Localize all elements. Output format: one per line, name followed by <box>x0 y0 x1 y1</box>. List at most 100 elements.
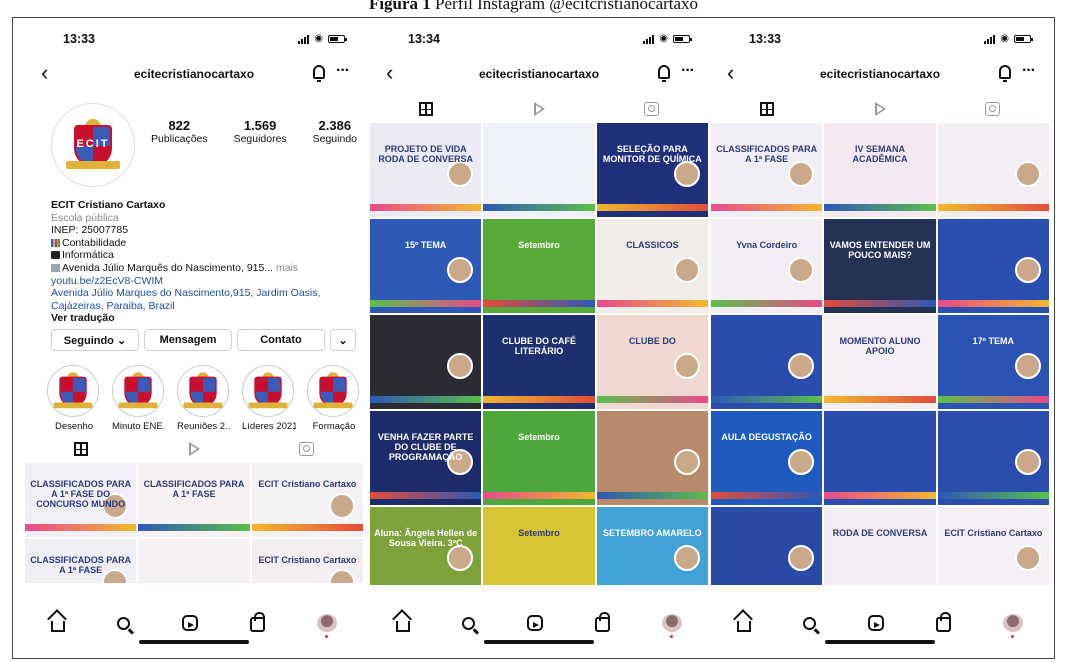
post-tile[interactable]: VENHA FAZER PARTE DO CLUBE DE PROGRAMAÇÃ… <box>370 411 482 505</box>
search-icon[interactable] <box>803 616 816 630</box>
post-tile[interactable]: MOMENTO ALUNO APOIO <box>824 315 936 409</box>
post-tile[interactable]: CLASSIFICADOS PARA A 1ª FASE DO CONCURSO… <box>25 463 137 537</box>
profile-tabs <box>711 98 1049 120</box>
stat-following[interactable]: 2.386 Seguindo <box>313 118 357 146</box>
post-tile[interactable] <box>483 123 595 217</box>
shop-icon[interactable] <box>250 612 265 632</box>
post-tile[interactable] <box>370 315 482 409</box>
post-tile[interactable] <box>711 507 823 585</box>
post-tile[interactable]: 15º TEMA <box>370 219 482 313</box>
tab-reels[interactable] <box>138 438 251 460</box>
home-indicator <box>139 640 249 644</box>
story-highlights: Desenho Minuto ENE... Reuniões 2... Líde… <box>47 365 363 432</box>
post-tile[interactable]: RODA DE CONVERSA <box>824 507 936 585</box>
bell-icon[interactable] <box>658 65 670 82</box>
tab-reels[interactable] <box>824 98 937 120</box>
battery-icon <box>1014 35 1033 43</box>
post-tile[interactable]: CLUBE DO CAFÉ LITERÁRIO <box>483 315 595 409</box>
post-tile[interactable]: Aluna: Ângela Hellen de Sousa Vieira. 3º… <box>370 507 482 585</box>
post-tile[interactable]: Yvna Cordeiro <box>711 219 823 313</box>
post-tile[interactable] <box>937 123 1049 217</box>
contact-button[interactable]: Contato <box>237 329 325 351</box>
tab-tagged[interactable] <box>936 98 1049 120</box>
search-icon[interactable] <box>462 616 475 630</box>
post-text: CLUBE DO CAFÉ LITERÁRIO <box>501 335 576 356</box>
post-accent-band <box>824 396 936 403</box>
post-tile[interactable]: Setembro <box>483 219 595 313</box>
suggested-chevron-button[interactable]: ⌄ <box>330 329 356 351</box>
highlight-item[interactable]: Formação <box>307 365 361 432</box>
post-tile[interactable]: CLUBE DO <box>596 315 708 409</box>
post-accent-band <box>824 204 936 211</box>
more-options-icon[interactable]: ··· <box>1022 63 1036 79</box>
bottom-nav <box>711 610 1049 638</box>
home-icon[interactable] <box>737 621 751 632</box>
reels-nav-icon[interactable] <box>182 615 198 631</box>
reels-nav-icon[interactable] <box>527 615 543 631</box>
post-photo <box>447 544 474 571</box>
post-tile[interactable]: CLASSIFICADOS PARA A 1ª FASE <box>711 123 823 217</box>
post-tile[interactable]: AULA DEGUSTAÇÃO <box>711 411 823 505</box>
post-text: AULA DEGUSTAÇÃO <box>721 431 812 442</box>
bio-link[interactable]: youtu.be/z2EcV8-CWIM <box>51 275 357 288</box>
profile-avatar[interactable]: ECIT <box>51 103 135 187</box>
reels-nav-icon[interactable] <box>868 615 884 631</box>
post-tile[interactable]: VAMOS ENTENDER UM POUCO MAIS? <box>824 219 936 313</box>
following-button[interactable]: Seguindo ⌄ <box>51 329 139 351</box>
tab-tagged[interactable] <box>595 98 708 120</box>
post-tile[interactable]: ECIT Cristiano Cartaxo <box>251 539 363 583</box>
bell-icon[interactable] <box>313 65 325 82</box>
battery-icon <box>673 35 692 43</box>
post-tile[interactable]: CLASSIFICADOS PARA A 1ª FASE <box>138 463 250 537</box>
highlight-item[interactable]: Reuniões 2... <box>177 365 231 432</box>
more-options-icon[interactable]: ··· <box>336 63 350 79</box>
post-tile[interactable] <box>937 411 1049 505</box>
home-icon[interactable] <box>51 621 65 632</box>
search-icon[interactable] <box>117 616 130 630</box>
more-options-icon[interactable]: ··· <box>681 63 695 79</box>
tab-grid[interactable] <box>25 438 138 460</box>
highlight-item[interactable]: Líderes 2021 <box>242 365 296 432</box>
post-tile[interactable]: SELEÇÃO PARA MONITOR DE QUÍMICA <box>596 123 708 217</box>
post-tile[interactable]: PROJETO DE VIDA RODA DE CONVERSA <box>370 123 482 217</box>
post-tile[interactable] <box>711 315 823 409</box>
message-button[interactable]: Mensagem <box>144 329 232 351</box>
post-tile[interactable]: SETEMBRO AMARELO <box>596 507 708 585</box>
profile-nav-avatar[interactable] <box>662 614 682 638</box>
post-photo <box>447 352 474 379</box>
post-tile[interactable]: CLASSICOS <box>596 219 708 313</box>
post-tile[interactable] <box>937 219 1049 313</box>
profile-nav-avatar[interactable] <box>317 614 337 638</box>
stat-followers[interactable]: 1.569 Seguidores <box>234 118 287 146</box>
post-accent-band <box>937 492 1049 499</box>
post-tile[interactable] <box>138 539 250 583</box>
post-tile[interactable]: CLASSIFICADOS PARA A 1ª FASE <box>25 539 137 583</box>
post-tile[interactable]: ECIT Cristiano Cartaxo <box>251 463 363 537</box>
post-text: CLASSICOS <box>626 239 679 250</box>
tab-reels[interactable] <box>483 98 596 120</box>
highlight-item[interactable]: Minuto ENE... <box>112 365 166 432</box>
post-tile[interactable]: Setembro <box>483 507 595 585</box>
see-translation-link[interactable]: Ver tradução <box>51 312 357 325</box>
tab-tagged[interactable] <box>250 438 363 460</box>
post-tile[interactable]: 17º TEMA <box>937 315 1049 409</box>
stat-posts[interactable]: 822 Publicações <box>151 118 208 146</box>
shop-icon[interactable] <box>936 612 951 632</box>
post-accent-band <box>596 396 708 403</box>
post-tile[interactable] <box>596 411 708 505</box>
tab-grid[interactable] <box>370 98 483 120</box>
post-tile[interactable]: Setembro <box>483 411 595 505</box>
post-tile[interactable]: IV SEMANA ACADÊMICA <box>824 123 936 217</box>
post-tile[interactable]: ECIT Cristiano Cartaxo <box>937 507 1049 585</box>
address-link[interactable]: Avenida Júlio Marques do Nascimento,915,… <box>51 287 357 312</box>
tab-grid[interactable] <box>711 98 824 120</box>
bell-icon[interactable] <box>999 65 1011 82</box>
home-icon[interactable] <box>396 621 410 632</box>
profile-nav-avatar[interactable] <box>1003 614 1023 638</box>
highlight-item[interactable]: Desenho <box>47 365 101 432</box>
more-link[interactable]: mais <box>276 262 298 274</box>
post-text: ECIT Cristiano Cartaxo <box>258 555 357 566</box>
post-tile[interactable] <box>824 411 936 505</box>
tagged-icon <box>644 102 660 116</box>
shop-icon[interactable] <box>595 612 610 632</box>
